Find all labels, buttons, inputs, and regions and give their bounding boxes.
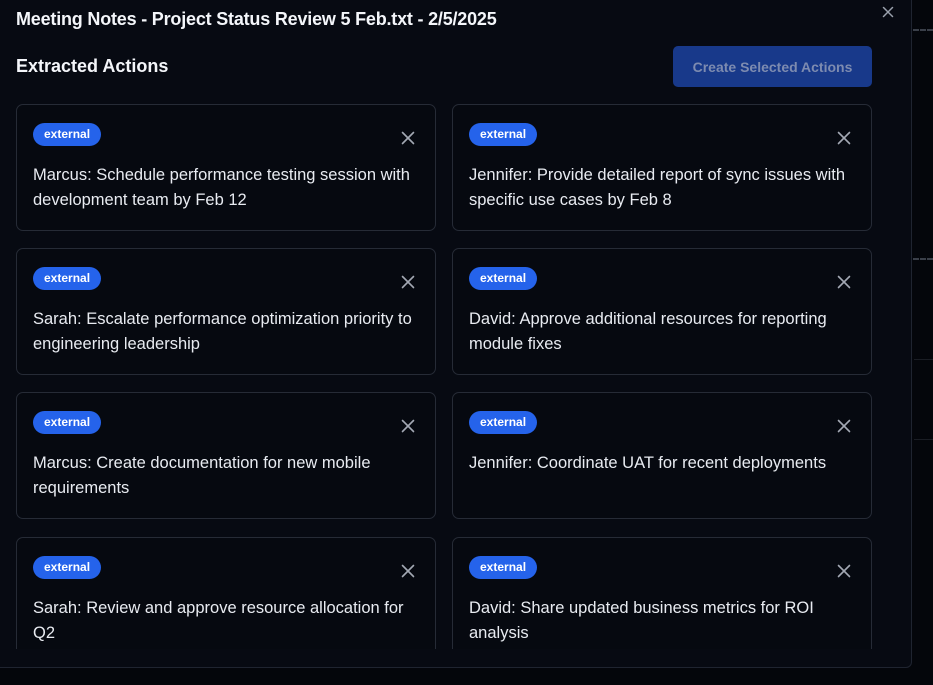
remove-action-button[interactable] xyxy=(836,274,852,290)
action-type-badge: external xyxy=(33,556,102,579)
action-type-badge: external xyxy=(33,411,102,434)
remove-action-button[interactable] xyxy=(400,130,416,146)
close-icon xyxy=(882,6,894,18)
action-card-grid: external Marcus: Schedule performance tes… xyxy=(16,104,873,649)
remove-action-button[interactable] xyxy=(836,418,852,434)
action-card[interactable]: external Marcus: Schedule performance tes… xyxy=(16,104,436,231)
action-text: Marcus: Create documentation for new mob… xyxy=(33,454,371,497)
action-text: David: Approve additional resources for … xyxy=(469,310,827,353)
action-text: Marcus: Schedule performance testing ses… xyxy=(33,166,410,209)
action-type-badge: external xyxy=(469,123,538,146)
section-title: Extracted Actions xyxy=(16,56,169,76)
background-divider xyxy=(914,439,933,440)
close-icon xyxy=(837,564,851,578)
action-text: Sarah: Escalate performance optimization… xyxy=(33,310,412,353)
close-icon xyxy=(401,131,415,145)
close-icon xyxy=(401,564,415,578)
close-icon xyxy=(401,419,415,433)
action-type-badge: external xyxy=(469,556,538,579)
action-card[interactable]: external Marcus: Create documentation for… xyxy=(16,392,436,519)
extracted-actions-modal: Meeting Notes - Project Status Review 5 … xyxy=(0,0,912,668)
close-icon xyxy=(837,131,851,145)
action-text: Jennifer: Provide detailed report of syn… xyxy=(469,166,846,209)
action-type-badge: external xyxy=(33,123,102,146)
action-text: David: Share updated business metrics fo… xyxy=(469,599,814,642)
close-icon xyxy=(837,419,851,433)
remove-action-button[interactable] xyxy=(836,130,852,146)
background-divider xyxy=(914,359,933,360)
close-icon xyxy=(837,275,851,289)
modal-title: Meeting Notes - Project Status Review 5 … xyxy=(16,9,497,29)
action-type-badge: external xyxy=(33,267,102,290)
remove-action-button[interactable] xyxy=(400,274,416,290)
action-card[interactable]: external Sarah: Review and approve resour… xyxy=(16,537,436,649)
action-card[interactable]: external David: Share updated business me… xyxy=(452,537,872,649)
action-card[interactable]: external Jennifer: Coordinate UAT for rec… xyxy=(452,392,872,519)
close-icon xyxy=(401,275,415,289)
close-modal-button[interactable] xyxy=(880,4,896,20)
action-text: Jennifer: Coordinate UAT for recent depl… xyxy=(469,454,827,472)
action-text: Sarah: Review and approve resource alloc… xyxy=(33,599,404,642)
remove-action-button[interactable] xyxy=(400,418,416,434)
action-type-badge: external xyxy=(469,267,538,290)
action-card[interactable]: external Sarah: Escalate performance opti… xyxy=(16,248,436,375)
create-selected-actions-button[interactable]: Create Selected Actions xyxy=(673,46,872,87)
background-divider xyxy=(913,258,933,260)
background-divider xyxy=(913,29,933,31)
action-type-badge: external xyxy=(469,411,538,434)
remove-action-button[interactable] xyxy=(836,563,852,579)
action-card[interactable]: external Jennifer: Provide detailed repor… xyxy=(452,104,872,231)
remove-action-button[interactable] xyxy=(400,563,416,579)
action-card[interactable]: external David: Approve additional resour… xyxy=(452,248,872,375)
